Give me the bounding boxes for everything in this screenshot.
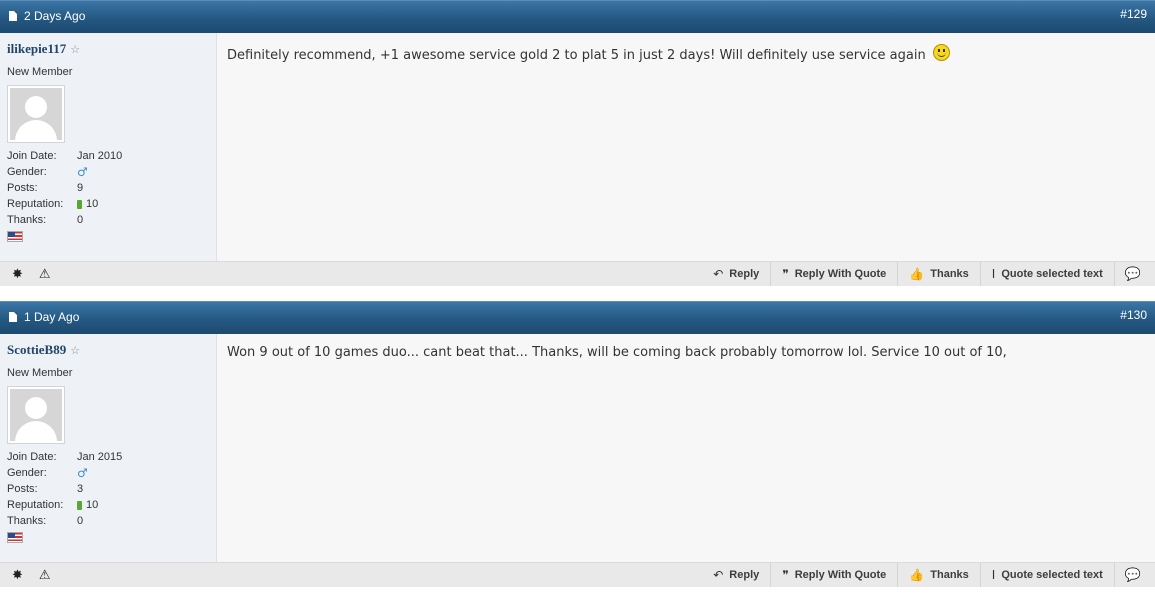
stat-posts: Posts: 9 [7,182,84,194]
reply-with-quote-button[interactable]: ❞ Reply With Quote [770,563,897,587]
star-icon: ☆ [70,42,81,56]
document-icon [9,11,17,21]
reply-arrow-icon: ↶ [713,267,724,281]
post-footer: ✸ ⚠ ↶ Reply ❞ Reply With Quote 👍 Thanks … [0,261,1155,286]
thanks-button[interactable]: 👍 Thanks [897,563,979,587]
thanks-button[interactable]: 👍 Thanks [897,262,979,286]
user-stats: Join Date: Jan 2010 Gender: ♂ Posts: 9 R… [7,148,122,228]
post-message: Definitely recommend, +1 awesome service… [217,33,1155,261]
reply-button[interactable]: ↶ Reply [702,262,770,286]
male-gender-icon: ♂ [77,165,88,179]
document-icon [9,312,17,322]
quote-selected-text-button[interactable]: I Quote selected text [979,563,1114,587]
thumbs-up-icon: 👍 [909,568,925,582]
post-body: ScottieB89 ☆ New Member Join Date: Jan 2… [0,334,1155,562]
male-gender-icon: ♂ [77,466,88,480]
post-header: 2 Days Ago #129 [0,0,1155,33]
text-cursor-icon: I [991,267,996,281]
post-date: 2 Days Ago [9,9,85,23]
star-burst-icon[interactable]: ✸ [12,568,23,583]
multi-quote-icon[interactable]: 💬 [1113,563,1155,587]
smiley-icon [932,44,950,61]
username[interactable]: ScottieB89 ☆ [7,342,80,358]
reputation-value: 10 [86,198,99,210]
user-title: New Member [7,66,73,78]
post-date-text: 1 Day Ago [24,310,80,324]
post-number-link[interactable]: #129 [1120,7,1147,21]
stat-posts: Posts: 3 [7,483,84,495]
quote-bubble-icon: ❞ [782,568,789,582]
stat-join-date: Join Date: Jan 2015 [7,451,123,463]
text-cursor-icon: I [991,568,996,582]
quote-selected-text-button[interactable]: I Quote selected text [979,262,1114,286]
reply-with-quote-button[interactable]: ❞ Reply With Quote [770,262,897,286]
user-stats: Join Date: Jan 2015 Gender: ♂ Posts: 3 R… [7,449,122,529]
reply-arrow-icon: ↶ [713,568,724,582]
username-link[interactable]: ilikepie117 [7,41,66,57]
post-footer: ✸ ⚠ ↶ Reply ❞ Reply With Quote 👍 Thanks … [0,562,1155,587]
post-date-text: 2 Days Ago [24,9,86,23]
post-body: ilikepie117 ☆ New Member Join Date: Jan … [0,33,1155,261]
us-flag-icon [7,532,23,543]
user-title: New Member [7,367,73,379]
report-warning-icon[interactable]: ⚠ [39,267,51,282]
reputation-bar-icon [77,500,82,510]
report-warning-icon[interactable]: ⚠ [39,568,51,583]
stat-join-date: Join Date: Jan 2010 [7,150,123,162]
star-burst-icon[interactable]: ✸ [12,267,23,282]
avatar[interactable] [7,386,65,444]
reputation-bar-icon [77,199,82,209]
stat-reputation: Reputation: 10 [7,198,99,210]
stat-thanks: Thanks: 0 [7,214,84,226]
username-link[interactable]: ScottieB89 [7,342,66,358]
default-avatar-icon [10,88,62,140]
star-icon: ☆ [70,343,81,357]
post-header: 1 Day Ago #130 [0,301,1155,334]
post-129: 2 Days Ago #129 ilikepie117 ☆ New Member… [0,0,1155,286]
user-info-panel: ilikepie117 ☆ New Member Join Date: Jan … [0,33,217,261]
stat-reputation: Reputation: 10 [7,499,99,511]
default-avatar-icon [10,389,62,441]
avatar[interactable] [7,85,65,143]
post-number-link[interactable]: #130 [1120,308,1147,322]
stat-gender: Gender: ♂ [7,165,88,179]
reply-button[interactable]: ↶ Reply [702,563,770,587]
quote-bubble-icon: ❞ [782,267,789,281]
user-info-panel: ScottieB89 ☆ New Member Join Date: Jan 2… [0,334,217,562]
stat-thanks: Thanks: 0 [7,515,84,527]
stat-gender: Gender: ♂ [7,466,88,480]
username[interactable]: ilikepie117 ☆ [7,41,80,57]
post-message-text: Won 9 out of 10 games duo... cant beat t… [227,345,1007,360]
post-date: 1 Day Ago [9,310,79,324]
multi-quote-icon[interactable]: 💬 [1113,262,1155,286]
reputation-value: 10 [86,499,99,511]
us-flag-icon [7,231,23,242]
post-message: Won 9 out of 10 games duo... cant beat t… [217,334,1155,562]
post-130: 1 Day Ago #130 ScottieB89 ☆ New Member J… [0,301,1155,587]
thumbs-up-icon: 👍 [909,267,925,281]
post-message-text: Definitely recommend, +1 awesome service… [227,48,926,63]
